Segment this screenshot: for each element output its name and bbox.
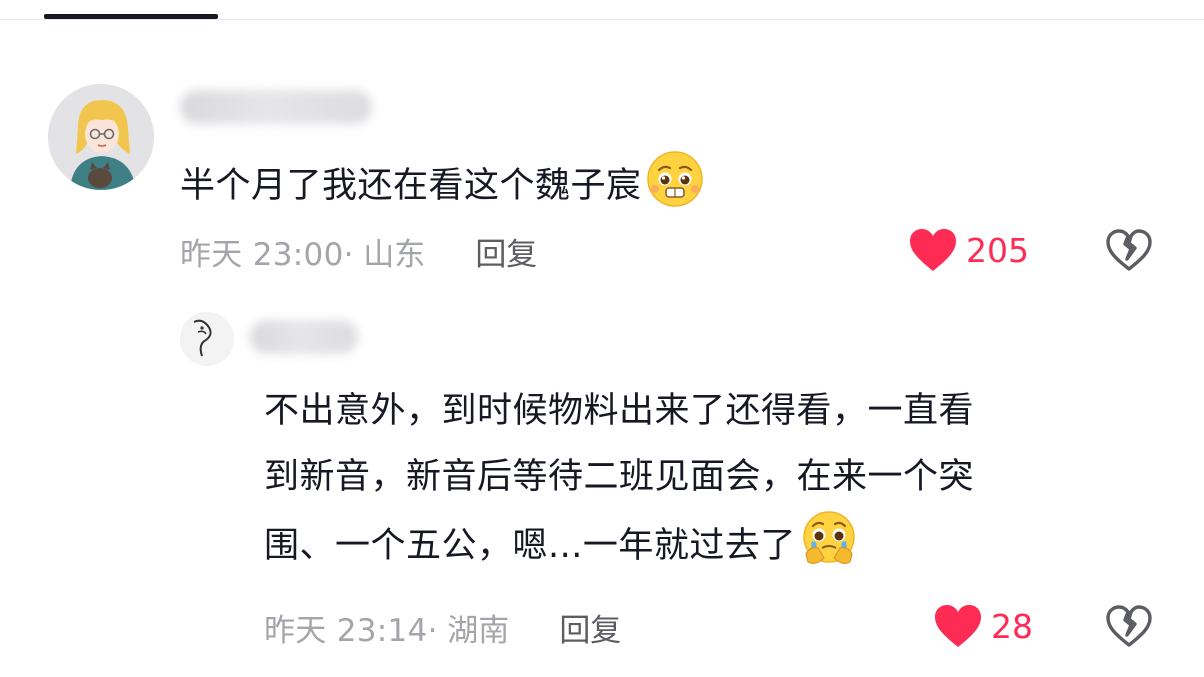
face-holding-back-tears-emoji (800, 510, 858, 568)
reply-comment-meta: 昨天 23:14 · 湖南 回复 (264, 605, 621, 650)
reply-line-1: 不出意外，到时候物料出来了还得看，一直看 (264, 391, 975, 431)
avatar[interactable] (180, 312, 234, 366)
top-divider (0, 19, 1204, 20)
reply-line-2: 到新音，新音后等待二班见面会，在来一个突 (264, 457, 975, 497)
reply-comment-text: 不出意外，到时候物料出来了还得看，一直看 到新音，新音后等待二班见面会，在来一个… (264, 378, 1164, 579)
like-button[interactable]: 205 (908, 227, 1029, 273)
dislike-button[interactable] (1104, 227, 1154, 273)
reply-line-3: 围、一个五公，嗯...一年就过去了 (264, 526, 796, 566)
dislike-button[interactable] (1104, 603, 1154, 649)
username-blurred[interactable] (250, 320, 358, 354)
reply-button[interactable]: 回复 (559, 605, 621, 650)
comment-location: · 山东 (343, 236, 426, 273)
heart-icon (910, 229, 956, 271)
avatar[interactable] (48, 84, 154, 190)
broken-heart-icon (1106, 605, 1152, 647)
like-count: 28 (991, 606, 1033, 646)
comments-panel: 半个月了我还在看这个魏子宸 昨天 23:00 · 山东 回复 205 不出意外，… (0, 0, 1204, 677)
like-count: 205 (966, 230, 1029, 270)
pleading-face-emoji (646, 150, 704, 208)
heart-icon (935, 605, 981, 647)
broken-heart-icon (1106, 229, 1152, 271)
comment-time: 昨天 23:14 (264, 612, 428, 649)
comment-text: 半个月了我还在看这个魏子宸 (180, 150, 704, 219)
like-button[interactable]: 28 (933, 603, 1033, 649)
comment-location: · 湖南 (427, 612, 510, 649)
comment-time: 昨天 23:00 (180, 236, 344, 273)
reply-button[interactable]: 回复 (475, 229, 537, 274)
comment-meta: 昨天 23:00 · 山东 回复 (180, 229, 537, 274)
username-blurred[interactable] (180, 90, 372, 124)
